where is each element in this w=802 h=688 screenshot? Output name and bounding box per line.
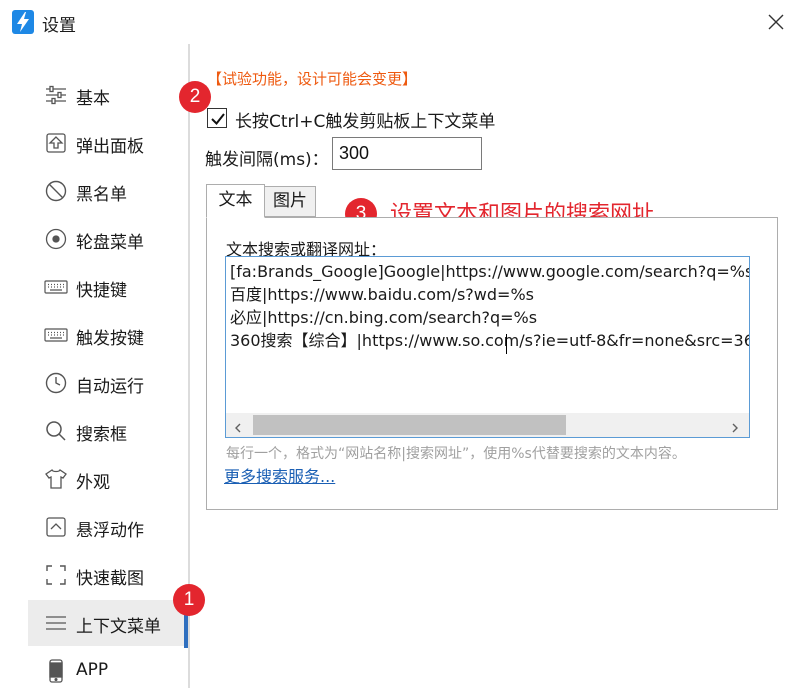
sidebar-item-popup-panel[interactable]: 弹出面板 [28, 120, 188, 166]
sidebar-item-label: 触发按键 [76, 329, 144, 349]
checkmark-icon [211, 113, 225, 126]
sidebar-item-wheel-menu[interactable]: 轮盘菜单 [28, 216, 188, 262]
sliders-icon [44, 83, 68, 107]
close-button[interactable] [760, 6, 792, 38]
sidebar-item-basic[interactable]: 基本 [28, 72, 188, 118]
search-icon [44, 419, 68, 443]
lightning-bolt-icon [12, 9, 34, 35]
ban-icon [44, 179, 68, 203]
interval-input[interactable] [332, 137, 482, 170]
text-caret [506, 334, 507, 354]
active-indicator [184, 614, 188, 648]
annotation-badge-1: 1 [173, 584, 205, 616]
tab-text[interactable]: 文本 [206, 184, 265, 218]
sidebar-item-label: 搜索框 [76, 425, 127, 445]
sidebar-item-appearance[interactable]: 外观 [28, 456, 188, 502]
more-search-services-link[interactable]: 更多搜索服务... [224, 463, 335, 487]
tshirt-icon [44, 467, 68, 491]
keyboard-icon [44, 323, 68, 347]
textarea-line: 必应|https://cn.bing.com/search?q=%s [230, 308, 538, 327]
title-bar: 设置 [0, 0, 802, 44]
sidebar-item-float-action[interactable]: 悬浮动作 [28, 504, 188, 550]
sidebar-item-quick-screenshot[interactable]: 快速截图 [28, 552, 188, 598]
textarea-line: 百度|https://www.baidu.com/s?wd=%s [230, 285, 534, 304]
close-icon [768, 14, 784, 30]
screenshot-frame-icon [44, 563, 68, 587]
sidebar-item-label: 快捷键 [76, 281, 127, 301]
sidebar-item-label: 快速截图 [76, 569, 144, 589]
sidebar-item-autorun[interactable]: 自动运行 [28, 360, 188, 406]
tab-image[interactable]: 图片 [264, 186, 316, 217]
chevron-left-icon[interactable] [232, 419, 244, 433]
format-hint: 每行一个，格式为“网站名称|搜索网址”，使用%s代替要搜索的文本内容。 [226, 446, 686, 462]
phone-icon [44, 659, 68, 683]
sidebar-item-trigger-keys[interactable]: 触发按键 [28, 312, 188, 358]
popup-arrow-icon [44, 131, 68, 155]
sidebar-item-hotkeys[interactable]: 快捷键 [28, 264, 188, 310]
sidebar-item-blacklist[interactable]: 黑名单 [28, 168, 188, 214]
menu-lines-icon [44, 611, 68, 635]
keyboard-icon [44, 275, 68, 299]
sidebar-item-label: APP [76, 660, 109, 680]
sidebar-item-context-menu[interactable]: 上下文菜单 [28, 600, 188, 646]
ctrl-c-checkbox[interactable] [207, 108, 227, 128]
textarea-line: [fa:Brands_Google]Google|https://www.goo… [230, 262, 750, 281]
horizontal-scrollbar[interactable] [226, 413, 749, 437]
experimental-warning: 【试验功能，设计可能会变更】 [207, 70, 418, 88]
sidebar-item-search-box[interactable]: 搜索框 [28, 408, 188, 454]
sidebar-item-label: 弹出面板 [76, 137, 144, 157]
search-url-textarea[interactable]: [fa:Brands_Google]Google|https://www.goo… [225, 256, 750, 438]
textarea-line: 360搜索【综合】|https://www.so.com/s?ie=utf-8&… [230, 331, 749, 350]
sidebar: 基本 弹出面板 黑名单 轮盘菜单 快捷键 触发按键 自动运行 搜索框 外观 悬浮… [0, 44, 190, 688]
sidebar-item-app[interactable]: APP [28, 648, 188, 688]
interval-label: 触发间隔(ms)： [205, 150, 329, 170]
radio-wheel-icon [44, 227, 68, 251]
scrollbar-thumb[interactable] [253, 415, 566, 435]
sidebar-item-label: 悬浮动作 [76, 521, 144, 541]
chevron-right-icon[interactable] [729, 419, 741, 433]
sidebar-item-label: 自动运行 [76, 377, 144, 397]
sidebar-item-label: 上下文菜单 [76, 617, 161, 637]
clock-icon [44, 371, 68, 395]
sidebar-item-label: 基本 [76, 89, 110, 109]
chevron-up-box-icon [44, 515, 68, 539]
sidebar-item-label: 轮盘菜单 [76, 233, 144, 253]
sidebar-item-label: 外观 [76, 473, 110, 493]
window-title: 设置 [42, 16, 76, 36]
sidebar-item-label: 黑名单 [76, 185, 127, 205]
checkbox-label[interactable]: 长按Ctrl+C触发剪贴板上下文菜单 [235, 107, 495, 132]
